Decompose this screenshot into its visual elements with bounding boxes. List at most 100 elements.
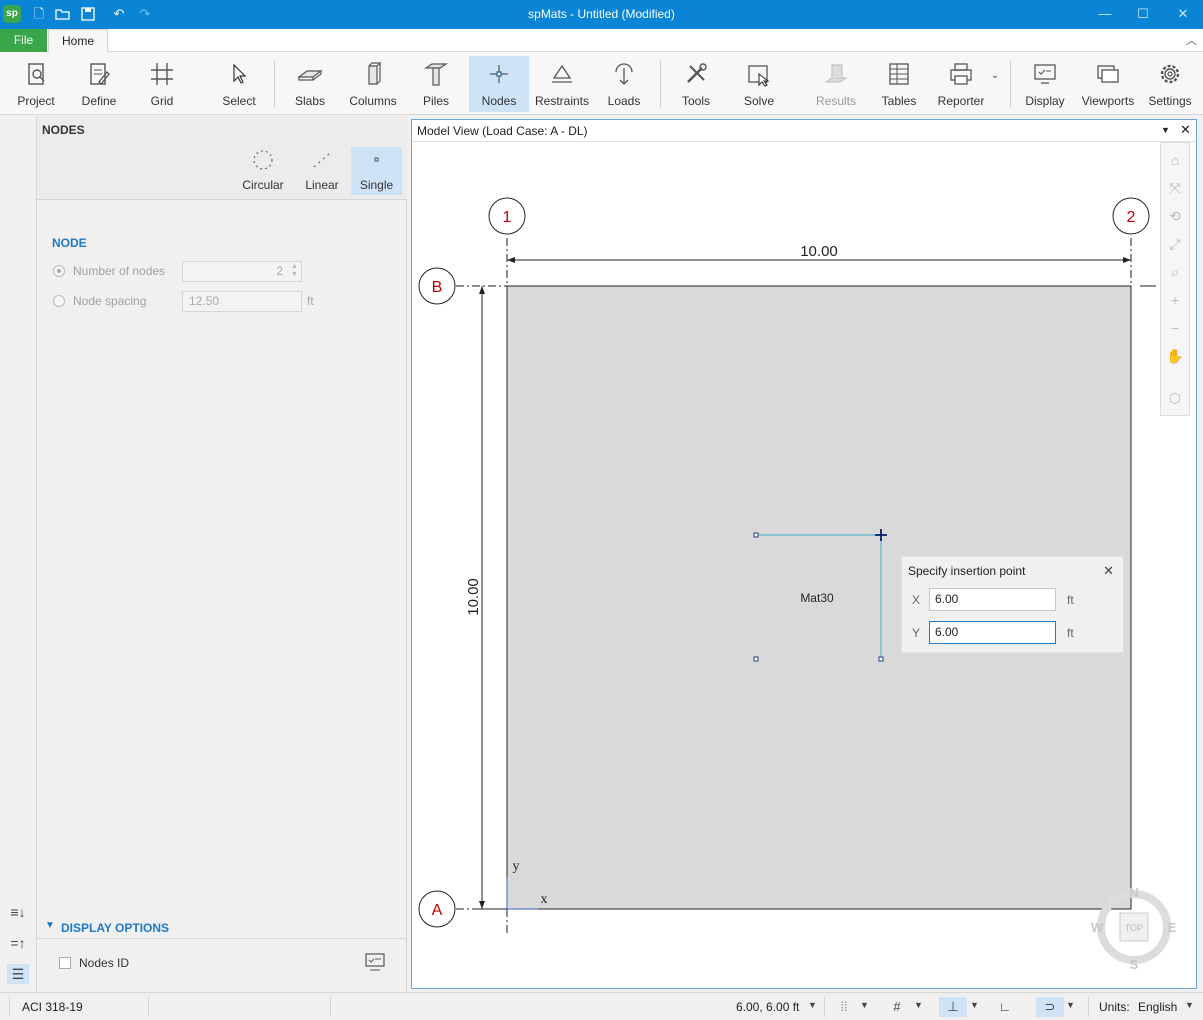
expand-all-icon[interactable]: ≡↓ <box>7 902 29 922</box>
status-separator <box>330 997 331 1017</box>
spinner-icon[interactable]: ▲ ▼ <box>291 263 298 279</box>
reporter-dropdown-icon[interactable]: ⌄ <box>989 70 1001 84</box>
minimize-icon[interactable]: — <box>1090 4 1120 24</box>
linear-mode-button[interactable]: Linear <box>297 147 347 195</box>
compass-s-label: S <box>1130 957 1139 972</box>
grid-dots-icon[interactable]: ⁞⁞ <box>833 997 855 1017</box>
grid-dots-dropdown-icon[interactable]: ▼ <box>860 1000 869 1010</box>
load-icon <box>615 63 633 85</box>
dimension-horizontal: 10.00 <box>507 243 1131 263</box>
solve-button[interactable]: Solve <box>733 56 785 112</box>
tables-button[interactable]: Tables <box>873 56 925 112</box>
collapse-all-icon[interactable]: =↑ <box>7 933 29 953</box>
circular-label: Circular <box>242 178 284 192</box>
display-options-label: DISPLAY OPTIONS <box>61 921 170 935</box>
grid-bubble-a[interactable]: A <box>418 890 456 928</box>
status-bar: ACI 318-19 6.00, 6.00 ft ▼ ⁞⁞ ▼ # ▼ ⊥ ▼ … <box>0 992 1203 1020</box>
compass-e-label: E <box>1168 920 1177 935</box>
slab-icon <box>297 70 323 81</box>
columns-label: Columns <box>349 94 397 108</box>
nodes-id-option[interactable]: Nodes ID <box>59 956 129 970</box>
display-settings-icon[interactable] <box>364 952 386 975</box>
grid-label-a: A <box>432 902 443 919</box>
rotate-icon[interactable]: ⟲ <box>1164 205 1186 227</box>
zoom-window-icon[interactable]: ⌕ <box>1164 261 1186 283</box>
display-button[interactable]: Display <box>1019 56 1071 112</box>
maximize-icon[interactable]: ☐ <box>1128 4 1158 24</box>
close-viewport-icon[interactable]: ✕ <box>1180 122 1191 138</box>
nodes-id-checkbox[interactable] <box>59 957 71 969</box>
node-spacing-radio[interactable] <box>53 295 65 307</box>
grid-bubble-b[interactable]: B <box>418 267 456 305</box>
compass-n-label: N <box>1129 885 1138 900</box>
pan-hand-icon[interactable]: ✋ <box>1164 345 1186 367</box>
table-icon <box>889 63 909 85</box>
define-button[interactable]: Define <box>73 56 125 112</box>
grid-bubble-2[interactable]: 2 <box>1112 197 1150 235</box>
status-separator <box>148 997 149 1017</box>
coords-dropdown-icon[interactable]: ▼ <box>808 1000 817 1010</box>
viewports-button[interactable]: Viewports <box>1080 56 1136 112</box>
number-of-nodes-option[interactable]: Number of nodes <box>53 264 165 278</box>
status-separator <box>9 997 10 1017</box>
x-label: X <box>912 593 921 607</box>
orbit-icon[interactable]: ⤧ <box>1164 177 1186 199</box>
zoom-in-icon[interactable]: + <box>1164 289 1186 311</box>
viewport-menu-icon[interactable]: ▼ <box>1161 125 1170 135</box>
units-dropdown-icon[interactable]: ▼ <box>1185 1000 1194 1010</box>
units-select[interactable]: English <box>1138 1000 1177 1014</box>
nodes-id-label: Nodes ID <box>79 956 130 970</box>
collapse-ribbon-icon[interactable]: ︿ <box>1186 32 1197 48</box>
grid-bubble-1[interactable]: 1 <box>488 197 526 235</box>
number-of-nodes-label: Number of nodes <box>73 264 166 278</box>
magnet-dropdown-icon[interactable]: ▼ <box>1066 1000 1075 1010</box>
ortho-icon[interactable]: ∟ <box>994 997 1016 1017</box>
y-coordinate-input[interactable]: 6.00 <box>929 621 1056 644</box>
grid-label-2: 2 <box>1127 209 1136 226</box>
home-icon[interactable]: ⌂ <box>1164 149 1186 171</box>
tools-icon <box>687 63 707 83</box>
tab-home[interactable]: Home <box>48 29 108 53</box>
gear-icon <box>1160 64 1180 84</box>
display-options-header[interactable]: ▼ DISPLAY OPTIONS <box>37 917 407 939</box>
side-strip: ≡↓ =↑ ☰ <box>0 116 37 992</box>
node-spacing-unit: ft <box>307 294 314 308</box>
tools-button[interactable]: Tools <box>670 56 722 112</box>
dimension-vertical-label: 10.00 <box>465 578 482 616</box>
piles-button[interactable]: Piles <box>410 56 462 112</box>
single-mode-button[interactable]: Single <box>351 147 402 195</box>
tab-file[interactable]: File <box>0 29 47 52</box>
axis-x-label: x <box>541 892 548 907</box>
grid-button[interactable]: Grid <box>136 56 188 112</box>
snap-node-icon[interactable]: ⊥ <box>939 997 967 1017</box>
slabs-button[interactable]: Slabs <box>284 56 336 112</box>
number-of-nodes-input[interactable]: 2 <box>182 261 302 282</box>
ribbon-separator <box>660 60 661 108</box>
select-button[interactable]: Select <box>213 56 265 112</box>
snap-grid-icon[interactable]: # <box>886 997 908 1017</box>
nodes-button[interactable]: Nodes <box>469 56 529 112</box>
node-spacing-input[interactable]: 12.50 <box>182 291 302 312</box>
zoom-out-icon[interactable]: − <box>1164 317 1186 339</box>
magnet-icon[interactable]: ⊃ <box>1036 997 1064 1017</box>
solve-icon <box>748 65 770 87</box>
loads-button[interactable]: Loads <box>598 56 650 112</box>
close-dialog-icon[interactable]: ✕ <box>1103 563 1114 579</box>
project-button[interactable]: Project <box>10 56 62 112</box>
snap-grid-dropdown-icon[interactable]: ▼ <box>914 1000 923 1010</box>
zoom-extents-icon[interactable]: ⤢ <box>1164 233 1186 255</box>
x-coordinate-input[interactable]: 6.00 <box>929 588 1056 611</box>
restraints-button[interactable]: Restraints <box>533 56 591 112</box>
results-button[interactable]: Results <box>808 56 864 112</box>
reporter-button[interactable]: Reporter <box>933 56 989 112</box>
close-window-icon[interactable]: ✕ <box>1168 4 1198 24</box>
tools-label: Tools <box>681 94 710 108</box>
panel-menu-icon[interactable]: ☰ <box>7 964 29 984</box>
number-of-nodes-radio[interactable] <box>53 265 65 277</box>
settings-button[interactable]: Settings <box>1144 56 1196 112</box>
columns-button[interactable]: Columns <box>344 56 402 112</box>
snap-node-dropdown-icon[interactable]: ▼ <box>970 1000 979 1010</box>
node-spacing-option[interactable]: Node spacing <box>53 294 146 308</box>
circular-mode-button[interactable]: Circular <box>238 147 288 195</box>
view-cube-icon[interactable]: ⬡ <box>1164 387 1186 409</box>
